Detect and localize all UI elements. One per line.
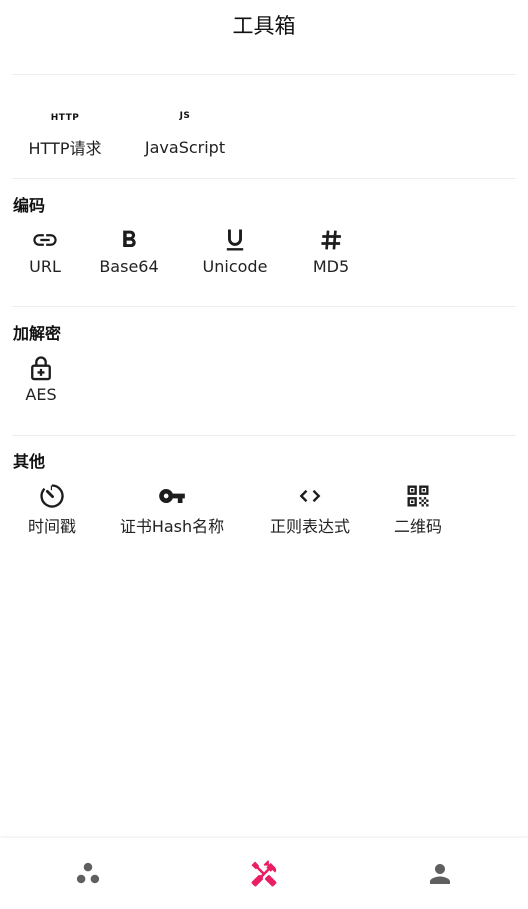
circles-icon (76, 862, 100, 884)
tool-label: Base64 (99, 257, 159, 276)
divider (12, 435, 516, 436)
tool-http-request[interactable]: HTTP HTTP请求 (5, 104, 125, 159)
timer-icon (40, 484, 64, 508)
tool-label: JavaScript (144, 138, 226, 157)
bold-b-icon (123, 230, 136, 247)
tool-aes[interactable]: AES (0, 354, 101, 404)
tool-label: MD5 (312, 257, 350, 276)
person-icon (430, 864, 450, 884)
tool-label: 二维码 (393, 517, 442, 536)
http-icon: HTTP (50, 113, 80, 123)
page-title: 工具箱 (232, 14, 296, 38)
code-brackets-icon (299, 489, 321, 503)
tool-label: Unicode (202, 257, 268, 276)
tool-regex[interactable]: 正则表达式 (250, 482, 370, 537)
tool-javascript[interactable]: JS JavaScript (125, 104, 245, 157)
section-title-crypto: 加解密 (13, 324, 62, 343)
js-icon: JS (179, 111, 191, 121)
tool-label: 正则表达式 (269, 517, 350, 536)
divider (12, 178, 516, 179)
nav-item-tools[interactable] (244, 856, 284, 892)
tool-label: 时间戳 (27, 517, 76, 536)
tool-label: AES (25, 385, 57, 404)
app-bar: 工具箱 (0, 0, 528, 52)
tool-label: HTTP请求 (28, 139, 102, 158)
bottom-navigation (0, 838, 528, 909)
hash-icon (321, 230, 341, 250)
divider (12, 74, 516, 75)
section-title-encoding: 编码 (13, 196, 46, 215)
tool-timestamp[interactable]: 时间戳 (0, 482, 112, 537)
key-icon (159, 489, 185, 503)
tool-base64[interactable]: Base64 (69, 226, 189, 276)
tool-md5[interactable]: MD5 (271, 226, 391, 276)
tool-label: URL (29, 257, 61, 276)
nav-item-profile[interactable] (420, 856, 460, 892)
tools-icon (251, 860, 277, 887)
nav-item-circles[interactable] (68, 856, 108, 892)
divider (12, 306, 516, 307)
link-icon (33, 234, 57, 246)
section-title-other: 其他 (13, 452, 46, 471)
qr-code-icon (407, 485, 429, 507)
underline-u-icon (226, 229, 244, 251)
tool-qrcode[interactable]: 二维码 (358, 482, 478, 537)
tool-label: 证书Hash名称 (119, 517, 225, 536)
lock-plus-icon (31, 356, 51, 381)
tool-cert-hash[interactable]: 证书Hash名称 (112, 482, 232, 537)
